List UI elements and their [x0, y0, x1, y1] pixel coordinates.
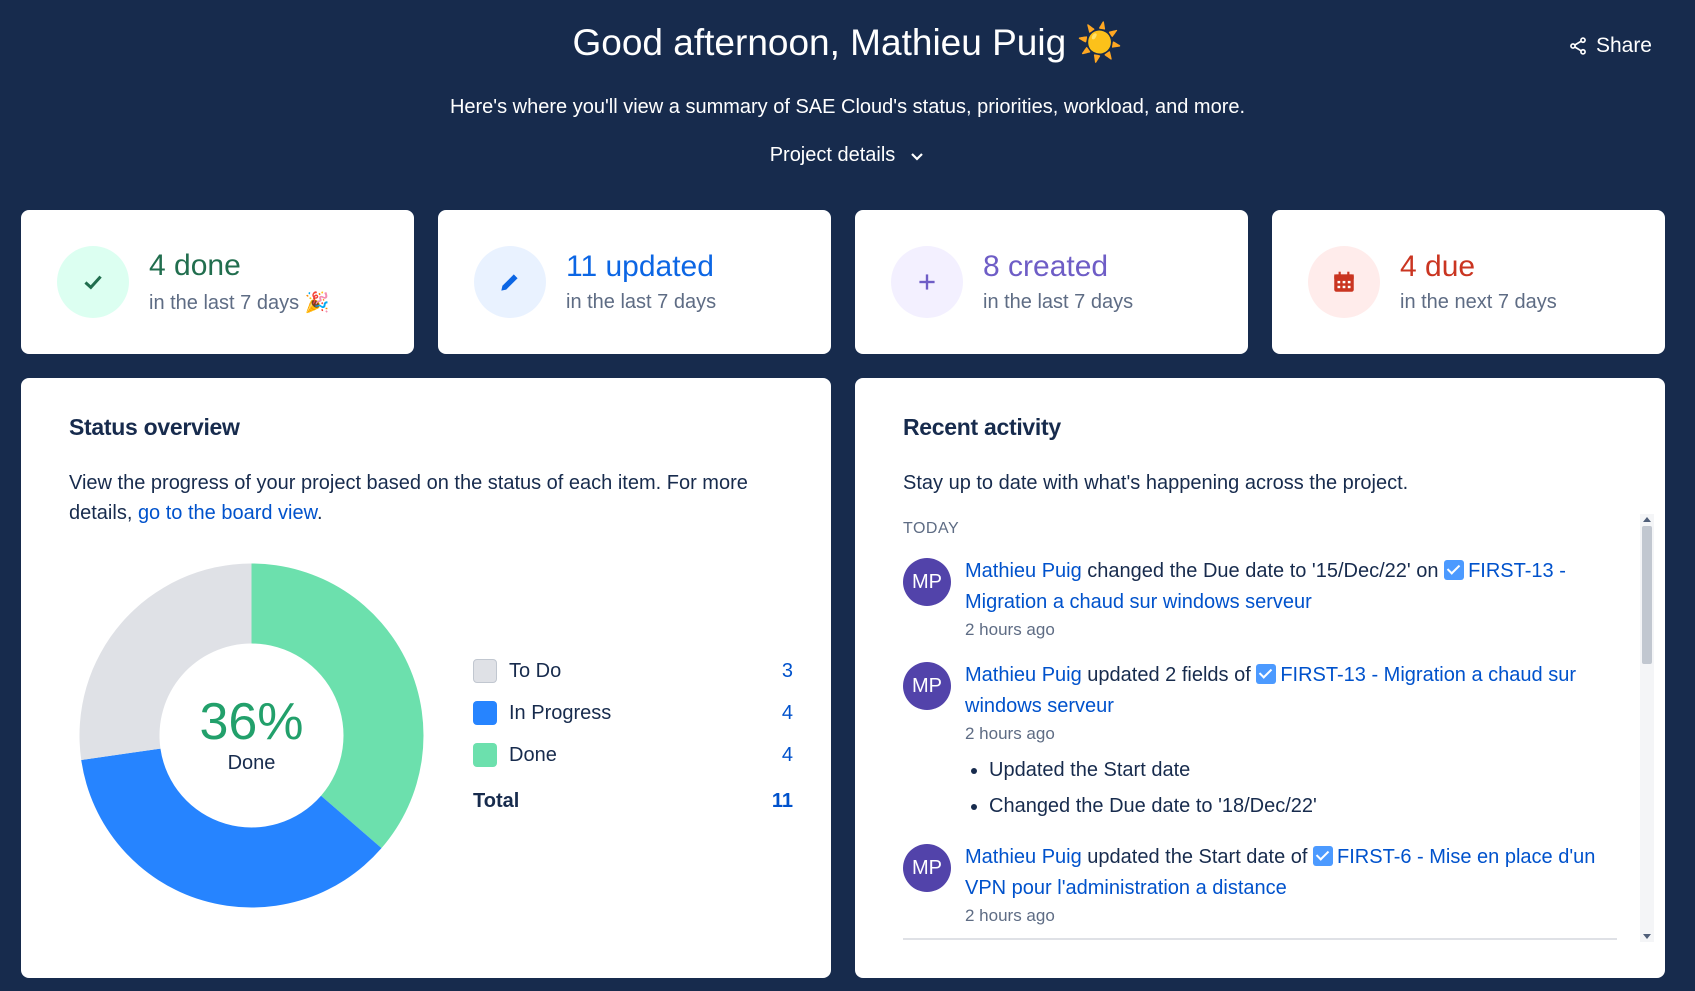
activity-time: 2 hours ago: [965, 724, 1055, 743]
activity-action: changed the Due date to '15/Dec/22' on: [1081, 560, 1445, 582]
activity-change: Updated the Start date: [989, 752, 1605, 788]
activity-scrollbar[interactable]: [1640, 514, 1654, 942]
activity-feed[interactable]: TODAY MP Mathieu Puig changed the Due da…: [903, 520, 1643, 940]
task-checkbox-icon: [1256, 664, 1277, 684]
activity-user-link[interactable]: Mathieu Puig: [965, 560, 1082, 582]
stat-created-period: in the last 7 days: [983, 290, 1134, 313]
stat-due-value: 4 due: [1400, 250, 1476, 284]
stat-created-value: 8 created: [983, 250, 1109, 284]
activity-time: 2 hours ago: [965, 620, 1055, 639]
activity-user-link[interactable]: Mathieu Puig: [965, 664, 1082, 686]
activity-group-label: TODAY: [903, 520, 960, 537]
activity-change: Changed the Due date to '18/Dec/22': [989, 788, 1605, 824]
stat-card-updated[interactable]: 11 updated in the last 7 days: [438, 210, 831, 354]
activity-item: MP Mathieu Puig updated 2 fields of FIRS…: [903, 660, 1643, 824]
scrollbar-thumb[interactable]: [1642, 526, 1652, 664]
calendar-icon: [1308, 246, 1380, 318]
recent-activity-title: Recent activity: [903, 414, 1061, 440]
share-button[interactable]: Share: [1568, 34, 1652, 58]
project-details-label: Project details: [769, 144, 896, 166]
legend-swatch-done: [473, 743, 497, 767]
activity-time: 2 hours ago: [965, 906, 1055, 925]
recent-activity-panel: Recent activity Stay up to date with wha…: [855, 378, 1665, 978]
legend-label: In Progress: [509, 701, 612, 724]
legend-item-in-progress[interactable]: In Progress 4: [473, 692, 793, 734]
description-period: .: [316, 502, 323, 524]
avatar[interactable]: MP: [903, 844, 951, 892]
status-legend: To Do 3 In Progress 4 Done 4 Total 11: [473, 650, 793, 822]
legend-swatch-in-progress: [473, 701, 497, 725]
task-checkbox-icon: [1313, 846, 1334, 866]
avatar[interactable]: MP: [903, 662, 951, 710]
activity-item: MP Mathieu Puig updated the Start date o…: [903, 842, 1643, 928]
scroll-up-arrow-icon[interactable]: [1643, 517, 1651, 522]
stat-card-due[interactable]: 4 due in the next 7 days: [1272, 210, 1665, 354]
activity-action: updated the Start date of: [1081, 846, 1314, 868]
donut-slice-to-do[interactable]: [79, 563, 252, 760]
status-donut-chart: 36% Done: [79, 563, 424, 908]
task-checkbox-icon: [1444, 560, 1465, 580]
feed-divider: [903, 938, 1617, 940]
activity-action: updated 2 fields of: [1081, 664, 1257, 686]
check-icon: [57, 246, 129, 318]
page-subtitle: Here's where you'll view a summary of SA…: [449, 96, 1246, 118]
project-details-toggle[interactable]: Project details: [0, 144, 1695, 167]
share-icon: [1570, 37, 1586, 55]
greeting-text: Good afternoon, Mathieu Puig: [572, 22, 1067, 63]
stat-due-period: in the next 7 days: [1400, 290, 1557, 313]
stat-updated-value: 11 updated: [566, 250, 714, 284]
donut-svg: [79, 563, 424, 908]
legend-count[interactable]: 4: [782, 702, 793, 725]
stat-done-period: in the last 7 days 🎉: [149, 291, 330, 314]
status-overview-title: Status overview: [69, 414, 240, 440]
share-label: Share: [1595, 34, 1652, 57]
recent-activity-description: Stay up to date with what's happening ac…: [903, 472, 1409, 494]
pencil-icon: [474, 246, 546, 318]
stat-card-done[interactable]: 4 done in the last 7 days 🎉: [21, 210, 414, 354]
activity-item: MP Mathieu Puig changed the Due date to …: [903, 556, 1643, 642]
status-overview-panel: Status overview View the progress of you…: [21, 378, 831, 978]
stat-updated-period: in the last 7 days: [566, 290, 717, 313]
sun-icon: ☀️: [1076, 22, 1123, 63]
legend-item-done[interactable]: Done 4: [473, 734, 793, 776]
legend-total-label: Total: [473, 789, 520, 812]
board-view-link[interactable]: go to the board view: [138, 502, 317, 524]
legend-label: Done: [509, 743, 557, 766]
page-greeting: Good afternoon, Mathieu Puig ☀️: [0, 22, 1695, 65]
scroll-down-arrow-icon[interactable]: [1643, 934, 1651, 939]
legend-item-todo[interactable]: To Do 3: [473, 650, 793, 692]
stat-card-created[interactable]: 8 created in the last 7 days: [855, 210, 1248, 354]
status-overview-description: View the progress of your project based …: [69, 468, 787, 528]
legend-count[interactable]: 3: [782, 660, 793, 683]
legend-label: To Do: [509, 659, 562, 682]
donut-slice-done[interactable]: [251, 563, 424, 849]
legend-total-count[interactable]: 11: [772, 790, 793, 813]
legend-swatch-todo: [473, 659, 497, 683]
legend-count[interactable]: 4: [782, 744, 793, 767]
avatar[interactable]: MP: [903, 558, 951, 606]
activity-change-list: Updated the Start date Changed the Due d…: [965, 752, 1605, 824]
stat-done-value: 4 done: [149, 249, 241, 283]
chevron-down-icon: [911, 152, 924, 161]
legend-total: Total 11: [473, 780, 793, 822]
activity-user-link[interactable]: Mathieu Puig: [965, 846, 1082, 868]
plus-icon: [891, 246, 963, 318]
